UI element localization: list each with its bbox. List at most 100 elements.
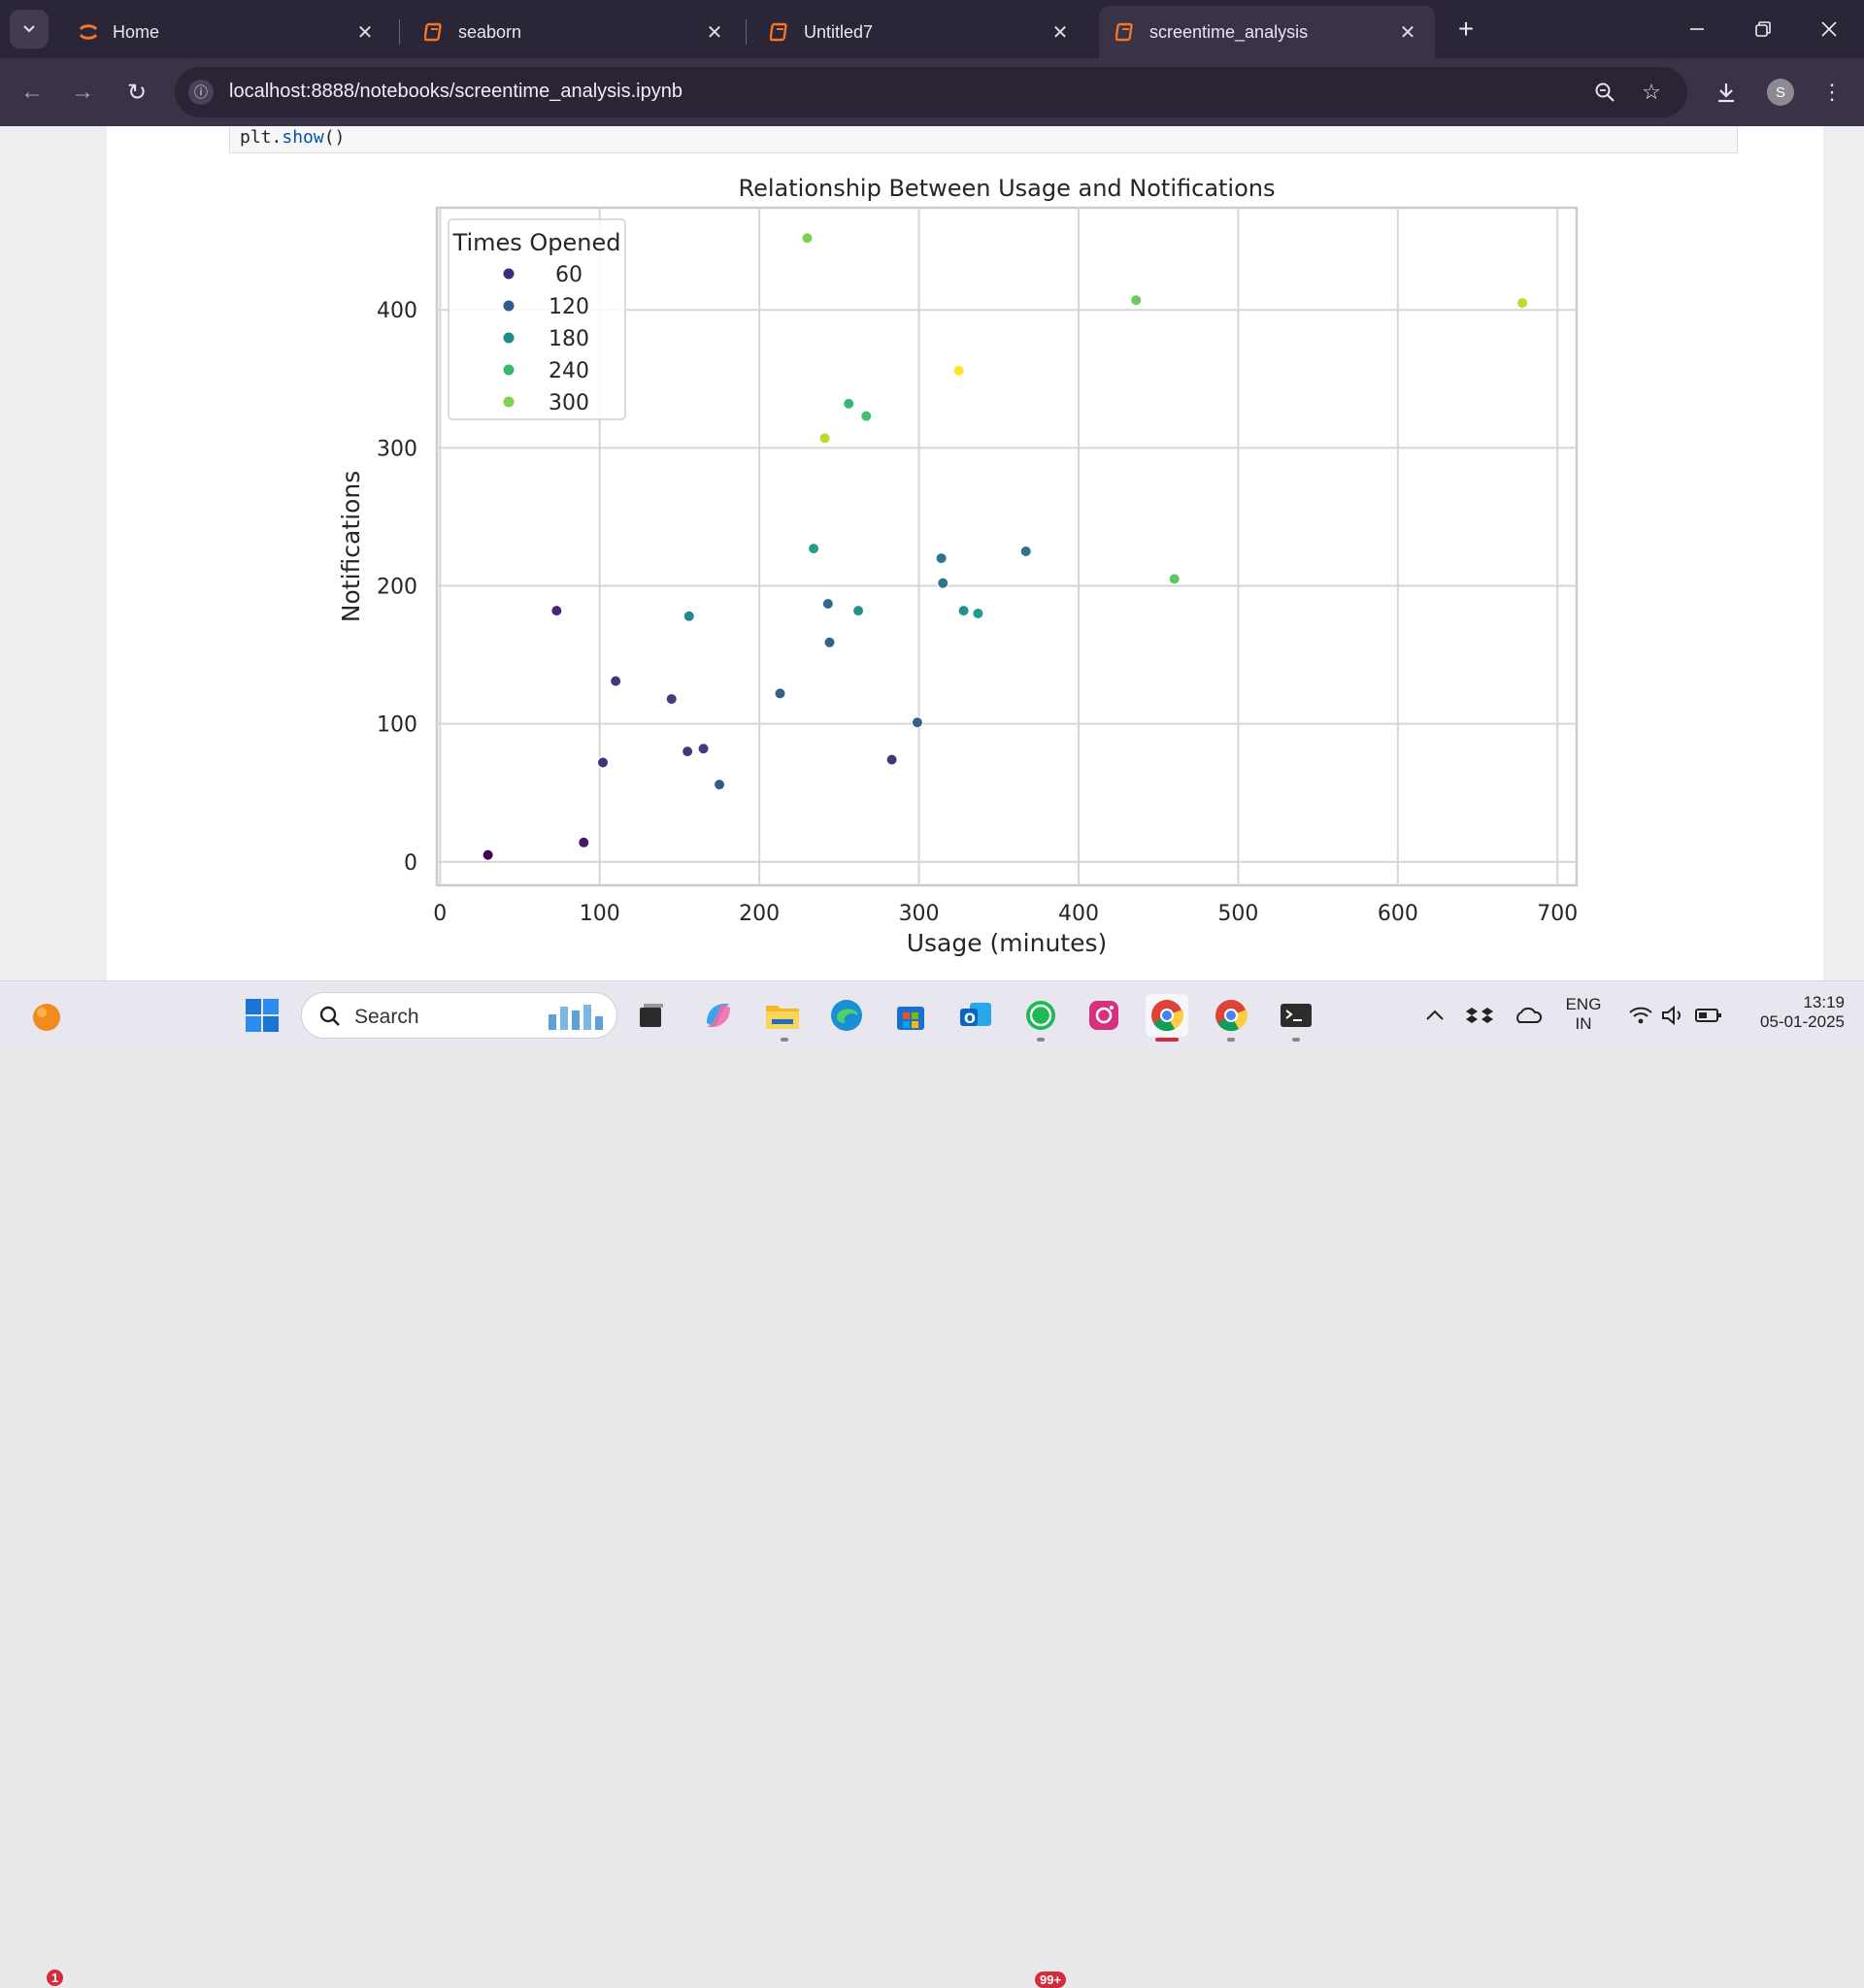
data-point bbox=[808, 543, 820, 555]
taskbar-search[interactable]: Search bbox=[301, 992, 617, 1039]
back-button[interactable]: ← bbox=[16, 76, 49, 109]
edge-icon[interactable] bbox=[825, 994, 868, 1037]
tab-screentime-analysis[interactable]: screentime_analysis ✕ bbox=[1099, 6, 1435, 58]
windows-icon bbox=[246, 999, 279, 1032]
data-point bbox=[682, 610, 695, 622]
search-icon bbox=[317, 1004, 343, 1029]
y-axis-label: Notifications bbox=[337, 471, 365, 622]
scatter-chart: 0 100 200 300 400 500 600 700 0 100 200 300 400 Relat… bbox=[337, 175, 1578, 957]
forward-button[interactable]: → bbox=[66, 76, 99, 109]
data-point bbox=[550, 605, 563, 617]
notification-badge: 1 bbox=[47, 1970, 64, 1986]
data-point bbox=[714, 779, 726, 791]
y-tick-label: 400 bbox=[377, 299, 417, 323]
reload-icon: ↻ bbox=[126, 79, 148, 106]
search-placeholder: Search bbox=[354, 1006, 419, 1028]
onedrive-icon[interactable] bbox=[1507, 994, 1549, 1037]
tab-separator bbox=[399, 19, 400, 45]
data-point bbox=[665, 693, 678, 706]
data-point bbox=[1019, 545, 1032, 557]
show-hidden-icons[interactable] bbox=[1414, 994, 1456, 1037]
tab-title: Home bbox=[113, 21, 160, 42]
data-point bbox=[823, 636, 836, 648]
search-highlight-icon bbox=[549, 1005, 603, 1030]
data-point bbox=[682, 746, 694, 758]
site-info-icon[interactable]: ⓘ bbox=[188, 80, 214, 105]
data-point bbox=[952, 364, 965, 377]
more-menu-icon[interactable]: ⋮ bbox=[1815, 76, 1848, 109]
close-icon[interactable]: ✕ bbox=[1394, 18, 1421, 46]
data-point bbox=[852, 605, 865, 617]
legend-label: 60 bbox=[555, 263, 582, 287]
chevron-up-icon bbox=[1426, 1010, 1444, 1020]
language-code: ENG bbox=[1565, 995, 1602, 1013]
region-code: IN bbox=[1575, 1014, 1592, 1033]
x-tick-label: 200 bbox=[739, 902, 780, 926]
start-button[interactable] bbox=[241, 994, 283, 1037]
browser-toolbar: ← → ↻ ⓘ localhost:8888/notebooks/screent… bbox=[0, 58, 1864, 126]
running-indicator bbox=[781, 1038, 788, 1042]
battery-icon[interactable] bbox=[1687, 994, 1730, 1037]
chevron-down-icon bbox=[23, 25, 35, 33]
running-indicator bbox=[1037, 1038, 1045, 1042]
tab-seaborn[interactable]: seaborn ✕ bbox=[408, 6, 742, 58]
tab-untitled7[interactable]: Untitled7 ✕ bbox=[753, 6, 1087, 58]
microsoft-store-icon[interactable] bbox=[889, 994, 932, 1037]
file-explorer-icon[interactable] bbox=[761, 994, 804, 1037]
arrow-right-icon: → bbox=[71, 79, 94, 105]
chrome-icon-active[interactable] bbox=[1146, 994, 1188, 1037]
page-content: plt.show() 0 100 200 300 400 500 600 700 0 100 200… bbox=[0, 126, 1864, 980]
data-point bbox=[697, 743, 710, 755]
close-icon[interactable]: ✕ bbox=[351, 18, 379, 46]
notebook-panel: plt.show() 0 100 200 300 400 500 600 700 0 100 200… bbox=[107, 126, 1823, 980]
legend-label: 120 bbox=[549, 295, 589, 319]
tab-title: screentime_analysis bbox=[1149, 21, 1309, 42]
x-tick-label: 500 bbox=[1217, 902, 1258, 926]
copilot-icon[interactable] bbox=[697, 994, 740, 1037]
data-point bbox=[597, 756, 610, 769]
legend-label: 300 bbox=[549, 391, 589, 415]
data-point bbox=[578, 836, 590, 848]
notebook-icon bbox=[1115, 21, 1136, 43]
dropbox-icon[interactable] bbox=[1458, 994, 1501, 1037]
new-tab-button[interactable]: + bbox=[1450, 14, 1481, 45]
data-point bbox=[860, 410, 873, 422]
close-icon[interactable]: ✕ bbox=[701, 18, 728, 46]
clock[interactable]: 13:19 05-01-2025 bbox=[1738, 993, 1845, 1032]
x-tick-label: 700 bbox=[1537, 902, 1578, 926]
tab-search-button[interactable] bbox=[10, 10, 49, 49]
legend-label: 240 bbox=[549, 359, 589, 383]
language-indicator[interactable]: ENG IN bbox=[1559, 995, 1608, 1034]
downloads-icon[interactable] bbox=[1710, 76, 1743, 109]
jupyter-icon bbox=[78, 21, 99, 43]
bookmark-star-icon[interactable]: ☆ bbox=[1637, 78, 1666, 107]
data-point bbox=[482, 848, 494, 861]
minimize-button[interactable] bbox=[1680, 12, 1714, 47]
widgets-button[interactable] bbox=[25, 994, 68, 1037]
whatsapp-icon[interactable] bbox=[1019, 994, 1062, 1037]
reload-button[interactable]: ↻ bbox=[120, 76, 153, 109]
instagram-icon[interactable] bbox=[1082, 994, 1125, 1037]
close-window-button[interactable] bbox=[1812, 12, 1847, 47]
data-point bbox=[957, 605, 970, 617]
close-icon[interactable]: ✕ bbox=[1047, 18, 1074, 46]
data-point bbox=[610, 675, 622, 687]
chrome-icon[interactable] bbox=[1210, 994, 1252, 1037]
x-tick-label: 0 bbox=[433, 902, 447, 926]
notebook-icon bbox=[423, 21, 445, 43]
restore-button[interactable] bbox=[1746, 12, 1781, 47]
y-tick-label: 100 bbox=[377, 713, 417, 738]
data-point bbox=[937, 577, 949, 589]
outlook-icon[interactable]: O bbox=[954, 994, 997, 1037]
taskview-icon[interactable] bbox=[630, 994, 673, 1037]
url-text[interactable]: localhost:8888/notebooks/screentime_anal… bbox=[229, 81, 682, 103]
zoom-icon[interactable] bbox=[1590, 78, 1619, 107]
clock-date: 05-01-2025 bbox=[1760, 1012, 1845, 1031]
tab-home[interactable]: Home ✕ bbox=[62, 6, 392, 58]
data-point bbox=[1130, 294, 1143, 307]
avatar[interactable]: S bbox=[1767, 79, 1794, 106]
address-bar[interactable]: ⓘ localhost:8888/notebooks/screentime_an… bbox=[175, 67, 1687, 117]
terminal-icon[interactable] bbox=[1275, 994, 1317, 1037]
notebook-icon bbox=[769, 21, 790, 43]
minimize-icon bbox=[1690, 28, 1704, 30]
